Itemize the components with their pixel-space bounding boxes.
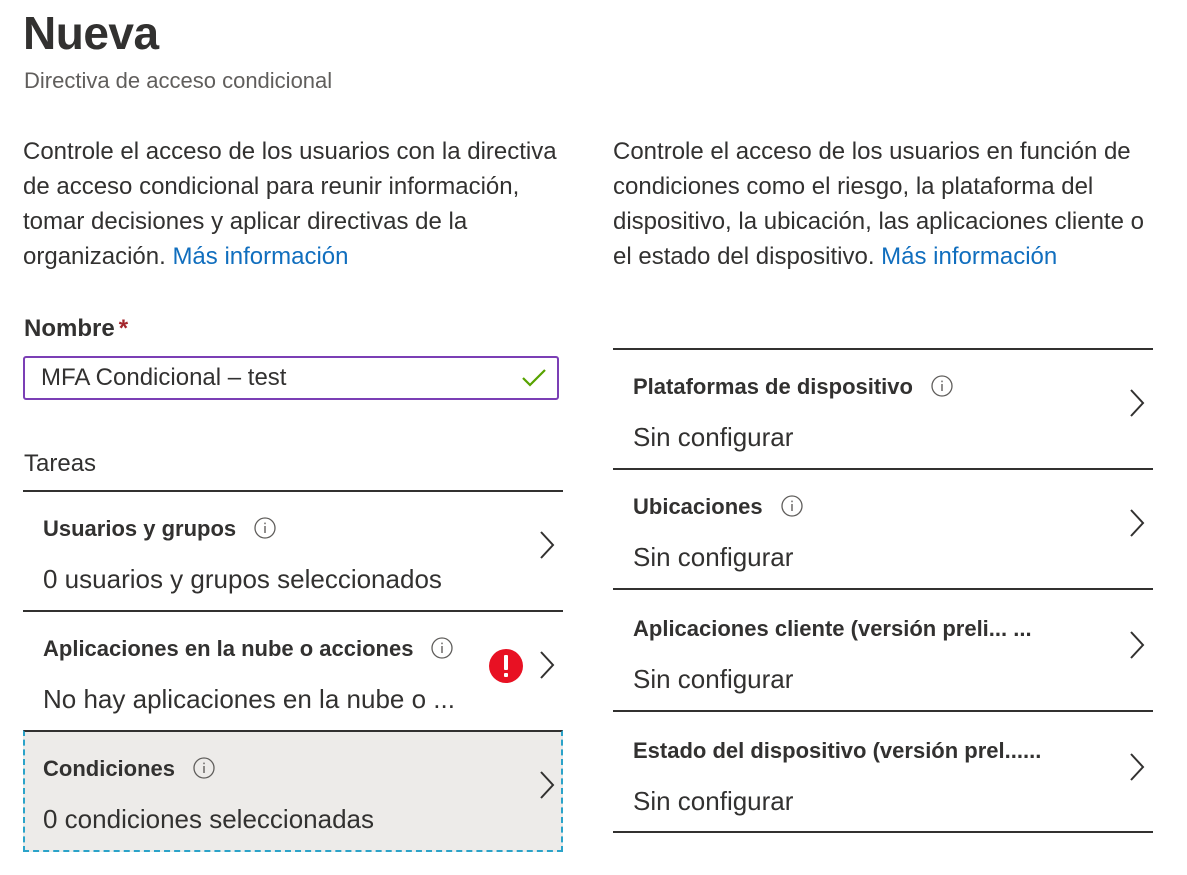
right-description-text: Controle el acceso de los usuarios en fu… — [613, 138, 1144, 270]
task-conditions[interactable]: Condiciones 0 condiciones seleccionadas — [23, 730, 563, 852]
condition-title: Plataformas de dispositivo — [633, 374, 953, 400]
info-icon[interactable] — [780, 495, 803, 517]
condition-title-text: Ubicaciones — [633, 494, 763, 519]
task-value: No hay aplicaciones en la nube o ... — [43, 684, 455, 714]
condition-value: Sin configurar — [633, 664, 794, 694]
chevron-right-icon — [1130, 631, 1145, 659]
info-icon[interactable] — [254, 517, 276, 539]
condition-value: Sin configurar — [633, 786, 794, 816]
task-title-text: Aplicaciones en la nube o acciones — [43, 636, 414, 661]
name-field-container[interactable] — [23, 356, 559, 400]
info-icon[interactable] — [193, 757, 215, 779]
task-cloud-apps[interactable]: Aplicaciones en la nube o acciones No ha… — [23, 610, 563, 730]
left-description: Controle el acceso de los usuarios con l… — [23, 134, 568, 274]
condition-client-apps[interactable]: Aplicaciones cliente (versión preli... .… — [613, 588, 1153, 710]
task-title-text: Usuarios y grupos — [43, 516, 237, 541]
required-mark: * — [118, 315, 129, 342]
page-subtitle: Directiva de acceso condicional — [24, 68, 333, 93]
chevron-right-icon — [1130, 389, 1145, 417]
task-users-groups[interactable]: Usuarios y grupos 0 usuarios y grupos se… — [23, 490, 563, 610]
task-title: Usuarios y grupos — [43, 516, 276, 542]
task-title: Condiciones — [43, 756, 215, 782]
task-value: 0 usuarios y grupos seleccionados — [43, 564, 442, 594]
condition-device-platforms[interactable]: Plataformas de dispositivo Sin configura… — [613, 348, 1153, 468]
name-field[interactable] — [41, 358, 511, 398]
right-learn-more-link[interactable]: Más información — [881, 243, 1057, 270]
chevron-right-icon — [1130, 509, 1145, 537]
condition-device-state[interactable]: Estado del dispositivo (versión prel....… — [613, 710, 1153, 832]
condition-title: Estado del dispositivo (versión prel....… — [633, 738, 1042, 763]
condition-title: Ubicaciones — [633, 494, 803, 520]
chevron-right-icon — [1130, 753, 1145, 781]
chevron-right-icon — [540, 651, 555, 679]
task-value: 0 condiciones seleccionadas — [43, 804, 374, 834]
left-learn-more-link[interactable]: Más información — [172, 243, 348, 270]
name-label: Nombre * — [24, 315, 128, 343]
condition-title-text: Plataformas de dispositivo — [633, 374, 913, 399]
name-label-text: Nombre — [24, 315, 115, 342]
error-icon — [489, 649, 523, 683]
right-description: Controle el acceso de los usuarios en fu… — [613, 134, 1158, 274]
chevron-right-icon — [540, 531, 555, 559]
condition-value: Sin configurar — [633, 422, 794, 452]
task-title: Aplicaciones en la nube o acciones — [43, 636, 454, 662]
tasks-label: Tareas — [24, 450, 97, 477]
condition-title: Aplicaciones cliente (versión preli... .… — [633, 616, 1032, 641]
page-title: Nueva — [23, 7, 159, 59]
chevron-right-icon — [540, 771, 555, 799]
info-icon[interactable] — [431, 637, 454, 659]
condition-locations[interactable]: Ubicaciones Sin configurar — [613, 468, 1153, 588]
task-title-text: Condiciones — [43, 756, 176, 781]
list-divider — [613, 831, 1153, 833]
condition-value: Sin configurar — [633, 542, 794, 572]
info-icon[interactable] — [931, 375, 953, 397]
checkmark-icon — [522, 369, 546, 387]
